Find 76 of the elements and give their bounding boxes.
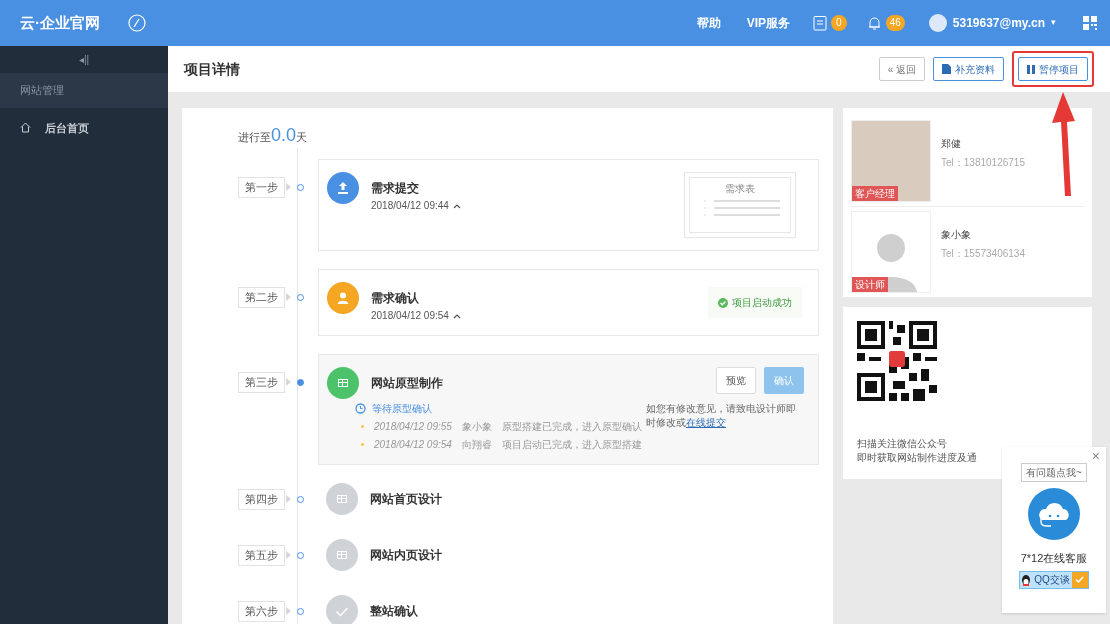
step-label: 第五步	[238, 545, 285, 566]
progress-text: 进行至0.0天	[238, 124, 309, 147]
home-icon	[20, 122, 31, 134]
clipboard-icon[interactable]	[813, 15, 828, 31]
pause-icon	[1027, 64, 1035, 74]
step-title: 需求提交	[371, 180, 419, 197]
step-label: 第三步	[238, 372, 285, 393]
pause-button[interactable]: 暂停项目	[1018, 57, 1088, 81]
step-label: 第二步	[238, 287, 285, 308]
bell-icon[interactable]	[866, 15, 882, 31]
speech-bubble[interactable]: 有问题点我~	[1021, 463, 1087, 482]
success-badge: 项目启动成功	[708, 287, 802, 318]
log-text: 原型搭建已完成，进入原型确认	[501, 420, 642, 434]
check-badge-icon	[1071, 571, 1088, 588]
sidebar-item[interactable]: 后台首页	[0, 107, 168, 148]
caret-icon[interactable]: ▾	[1051, 16, 1056, 30]
penguin-icon	[1020, 573, 1033, 586]
pointer-icon	[286, 293, 291, 302]
step-title: 网站原型制作	[371, 375, 443, 392]
step-title: 整站确认	[370, 603, 418, 620]
document-icon	[942, 64, 951, 74]
qq-chat-button[interactable]: QQ交谈	[1019, 570, 1089, 589]
check-circle-icon	[718, 297, 728, 308]
sidebar-section: 网站管理	[0, 73, 168, 108]
qr-caption: 即时获取网站制作进度及通	[857, 451, 978, 465]
step-label: 第四步	[238, 489, 285, 510]
contact-phone: Tel：15573406134	[941, 247, 1025, 261]
chevron-up-icon[interactable]	[452, 312, 461, 319]
step-time: 2018/04/12 09:44	[371, 199, 449, 213]
avatar-icon[interactable]	[928, 14, 947, 32]
step-title: 网站首页设计	[370, 491, 442, 508]
pointer-icon	[286, 607, 291, 616]
status-text: 等待原型确认	[372, 402, 432, 416]
back-button[interactable]: « 返回	[878, 57, 925, 81]
qr-caption: 扫描关注微信公众号	[857, 437, 948, 451]
step-title: 网站内页设计	[370, 547, 442, 564]
count-badge: 46	[885, 15, 905, 31]
pointer-icon	[286, 551, 291, 560]
step-label: 第一步	[238, 177, 285, 198]
note-text: 如您有修改意见，请致电设计师即时修改或在线提交	[646, 402, 797, 430]
role-tag: 设计师	[852, 277, 888, 292]
headset-robot-icon[interactable]	[1028, 488, 1080, 540]
contact-name: 象小象	[941, 228, 972, 242]
step-time: 2018/04/12 09:54	[371, 309, 449, 323]
bullet-icon	[361, 443, 364, 446]
log-author: 向翔睿	[461, 438, 492, 452]
collapse-toggle[interactable]: ◂||	[0, 46, 168, 73]
nav-link[interactable]: VIP服务	[746, 14, 791, 32]
supplement-button[interactable]: 补充资料	[933, 57, 1004, 81]
role-tag: 客户经理	[852, 186, 898, 201]
bullet-icon	[361, 425, 364, 428]
contact-phone: Tel：13810126715	[941, 156, 1025, 170]
user-name[interactable]: 5319637@my.cn	[952, 14, 1045, 32]
page-title: 项目详情	[184, 59, 240, 79]
pointer-icon	[286, 495, 291, 504]
qr-code-icon[interactable]	[1082, 15, 1098, 31]
log-text: 项目启动已完成，进入原型搭建	[501, 438, 642, 452]
logo[interactable]: 云·企业官网	[20, 11, 100, 35]
step-label: 第六步	[238, 601, 285, 622]
log-time: 2018/04/12 09:54	[374, 438, 452, 452]
close-button[interactable]: ×	[1091, 449, 1100, 463]
count-badge: 0	[831, 15, 847, 31]
form-title: 需求表	[725, 182, 755, 196]
step-title: 需求确认	[371, 290, 419, 307]
clock-icon	[355, 403, 366, 414]
gauge-icon[interactable]	[128, 14, 146, 32]
log-time: 2018/04/12 09:55	[374, 420, 452, 434]
nav-link[interactable]: 帮助	[696, 14, 721, 32]
online-submit-link[interactable]: 在线提交	[686, 417, 726, 428]
pointer-icon	[286, 378, 291, 387]
contact-name: 郑健	[941, 137, 962, 151]
log-author: 象小象	[461, 420, 492, 434]
preview-button[interactable]: 预览	[716, 367, 756, 394]
chat-title: 7*12在线客服	[1020, 551, 1088, 566]
chevron-up-icon[interactable]	[452, 202, 461, 209]
pointer-icon	[286, 183, 291, 192]
